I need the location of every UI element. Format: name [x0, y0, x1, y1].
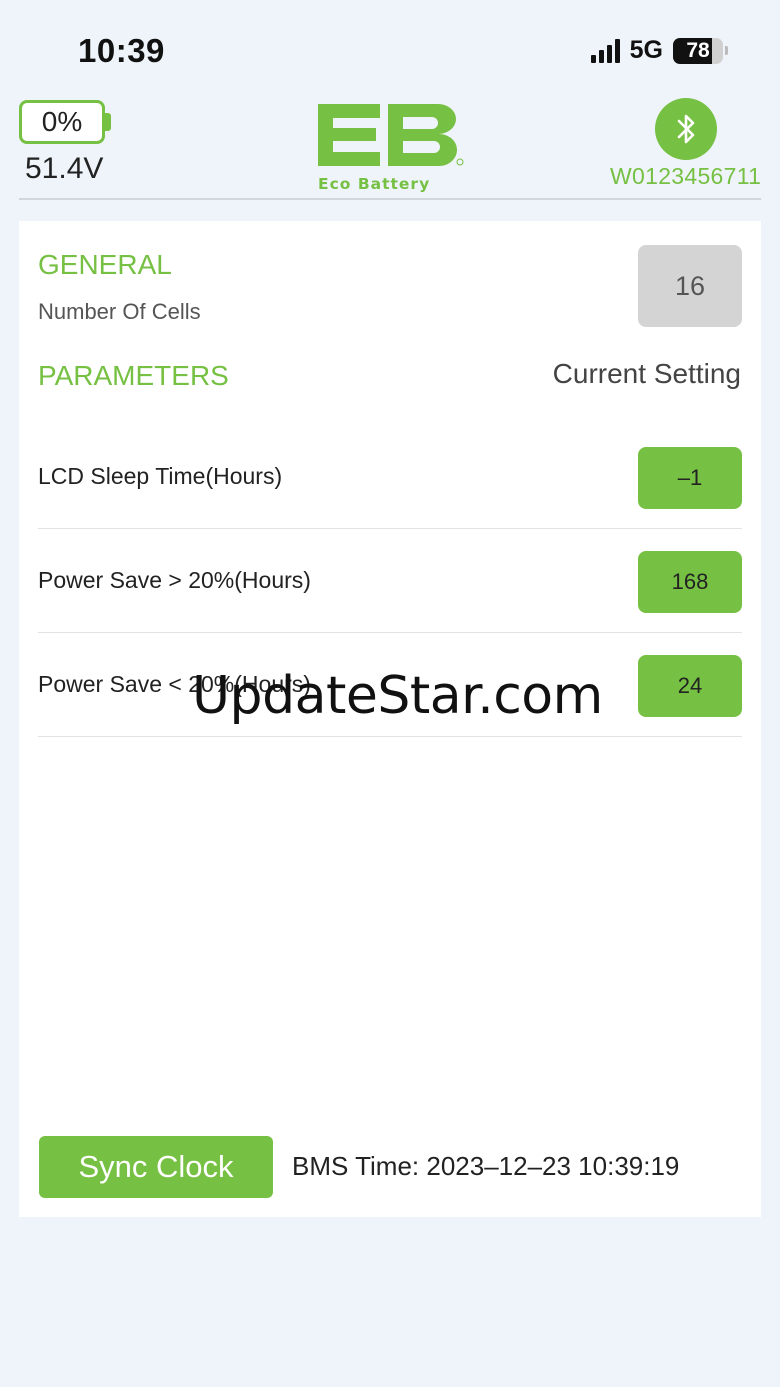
device-id: W0123456711: [610, 163, 762, 189]
status-bar: 10:39 5G 78: [0, 0, 780, 100]
cells-label: Number Of Cells: [38, 299, 201, 324]
bluetooth-icon: [677, 114, 695, 144]
status-time: 10:39: [78, 32, 165, 69]
cells-value: 16: [638, 245, 742, 327]
app-header: 0% 51.4V Eco Battery W0123456711: [0, 96, 780, 200]
header-divider: [19, 198, 761, 200]
logo-text: Eco Battery: [318, 175, 430, 193]
param-label: LCD Sleep Time(Hours): [38, 463, 283, 489]
battery-percent: 0%: [41, 106, 83, 137]
signal-bars-icon: [590, 38, 620, 63]
network-label: 5G: [629, 36, 663, 64]
eco-battery-logo: Eco Battery: [318, 104, 464, 193]
param-value-button[interactable]: 168: [638, 551, 742, 613]
current-setting-header: Current Setting: [552, 358, 741, 389]
general-title: GENERAL: [38, 249, 172, 280]
battery-voltage: 51.4V: [25, 152, 104, 185]
phone-battery-level: 78: [686, 38, 710, 62]
phone-battery-icon: 78: [673, 37, 723, 64]
bluetooth-button[interactable]: [655, 98, 717, 160]
param-row-power-save-high: Power Save > 20%(Hours) 168: [38, 529, 742, 633]
param-row-lcd-sleep: LCD Sleep Time(Hours) –1: [38, 425, 742, 529]
bms-time: BMS Time: 2023–12–23 10:39:19: [292, 1151, 680, 1181]
param-value-button[interactable]: –1: [638, 447, 742, 509]
phone-battery-nub: [725, 46, 728, 55]
parameters-title: PARAMETERS: [38, 360, 229, 391]
param-label: Power Save > 20%(Hours): [38, 567, 311, 593]
status-indicators: 5G 78: [590, 36, 728, 65]
watermark: UpdateStar.com: [192, 666, 603, 726]
battery-nub: [105, 113, 111, 131]
param-value-button[interactable]: 24: [638, 655, 742, 717]
sync-clock-button[interactable]: Sync Clock: [39, 1136, 273, 1198]
battery-icon: 0%: [19, 100, 105, 144]
